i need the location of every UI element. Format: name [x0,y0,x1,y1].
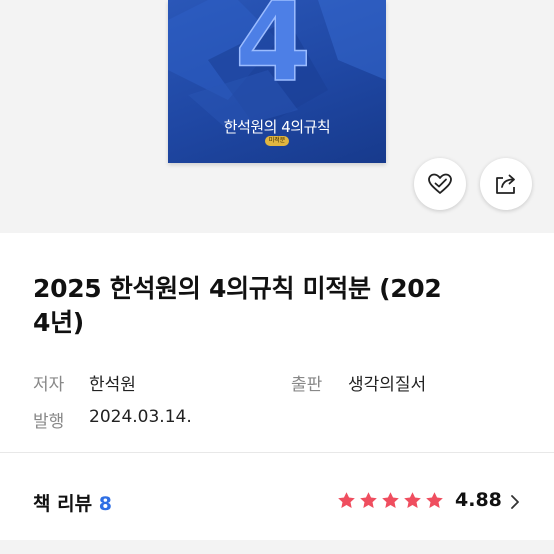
chevron-right-icon[interactable] [510,494,520,510]
date-label: 발행 [33,412,65,432]
product-hero: 4 한석원의 4의규칙 미적분 [0,0,554,233]
rating-stars [336,490,445,512]
book-title: 2025 한석원의 4의규칙 미적분 (202 4년) [33,272,523,340]
bottom-spacer [0,540,554,554]
author-label: 저자 [33,375,65,395]
publisher-label: 출판 [291,375,323,395]
like-button[interactable] [414,158,466,210]
cover-digit: 4 [235,0,312,106]
star-icon [404,492,421,508]
book-title-line-1: 2025 한석원의 4의규칙 미적분 (202 [33,274,442,303]
share-button[interactable] [480,158,532,210]
star-icon [338,492,355,508]
book-cover-image[interactable]: 4 한석원의 4의규칙 미적분 [168,0,386,163]
star-icon [426,492,443,508]
heart-check-icon [428,173,452,194]
cover-badge: 미적분 [265,136,289,146]
share-icon [496,174,515,194]
review-count: 8 [98,493,112,515]
author-value[interactable]: 한석원 [89,370,136,395]
book-title-line-2: 4년) [33,308,84,337]
star-icon [382,492,399,508]
cover-title: 한석원의 4의규칙 [223,118,331,136]
star-icon [360,492,377,508]
rating-value: 4.88 [455,489,502,511]
publisher-value[interactable]: 생각의질서 [348,370,426,395]
section-divider [0,452,554,453]
review-label: 책 리뷰 [33,493,93,515]
date-value: 2024.03.14. [89,407,192,427]
book-review-link[interactable]: 책 리뷰 8 [33,489,112,516]
